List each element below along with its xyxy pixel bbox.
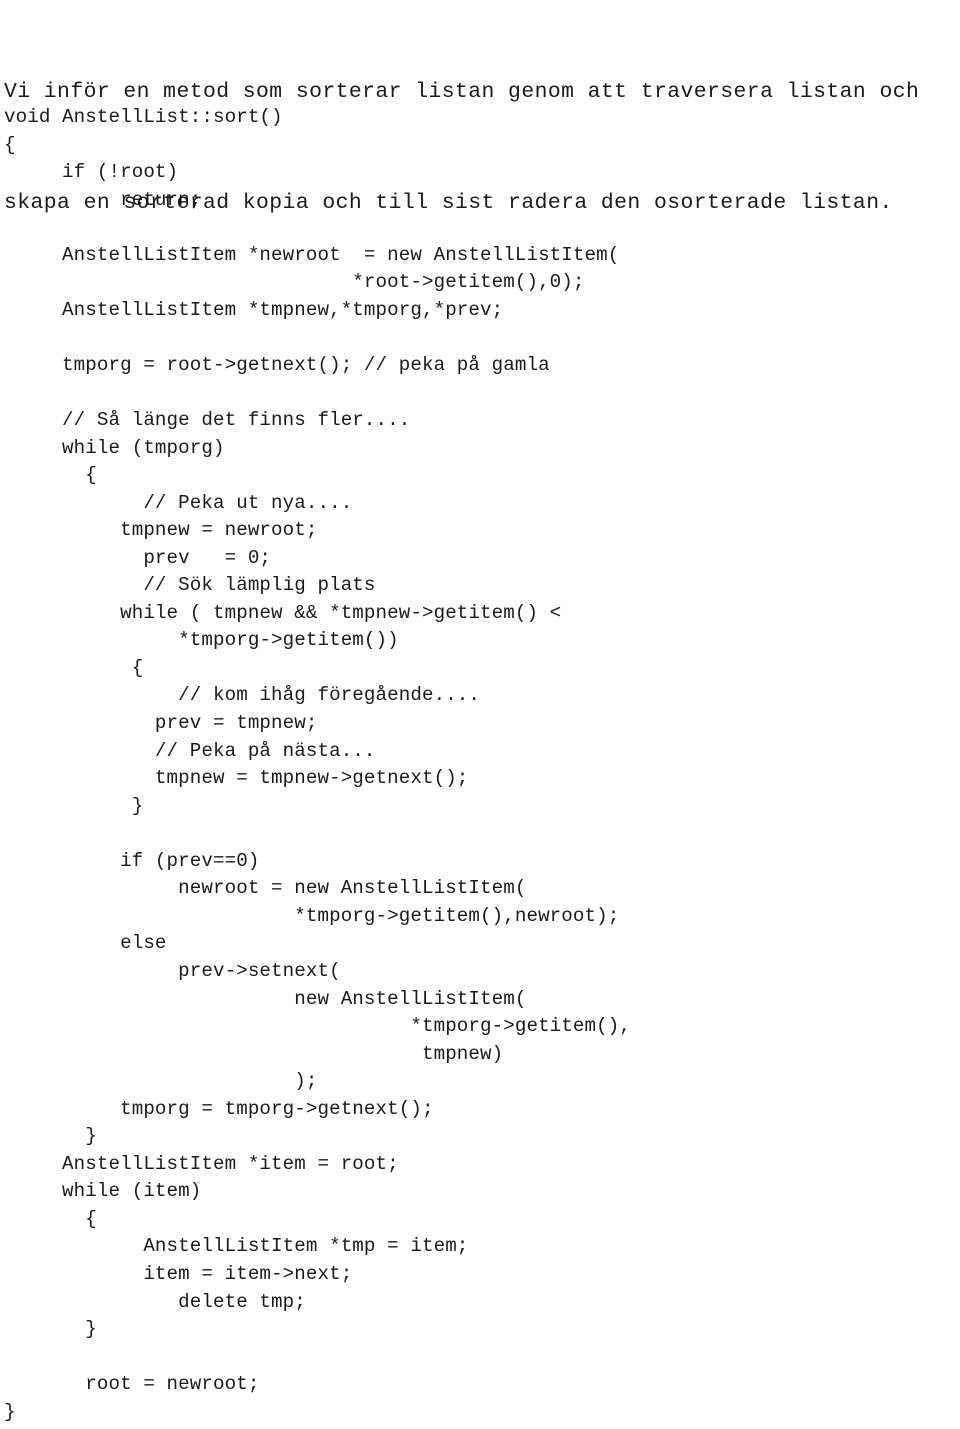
code-line: tmpnew)	[4, 1042, 504, 1065]
code-line: *root->getitem(),0);	[4, 271, 585, 294]
code-line: AnstellListItem *item = root;	[4, 1152, 399, 1175]
code-line: {	[4, 133, 16, 156]
code-line: tmporg = root->getnext(); // peka på gam…	[4, 353, 550, 376]
code-line: }	[4, 1318, 97, 1341]
code-line: {	[4, 656, 144, 679]
code-line: prev->setnext(	[4, 959, 341, 982]
code-line: newroot = new AnstellListItem(	[4, 877, 527, 900]
code-line: prev = tmpnew;	[4, 712, 318, 735]
code-line: *tmporg->getitem())	[4, 629, 399, 652]
code-line: *tmporg->getitem(),	[4, 1015, 631, 1038]
code-line: AnstellListItem *tmp = item;	[4, 1235, 469, 1258]
code-line: tmpnew = newroot;	[4, 519, 318, 542]
code-line: while (tmporg)	[4, 436, 225, 459]
code-line: delete tmp;	[4, 1290, 306, 1313]
code-line: // Peka ut nya....	[4, 491, 353, 514]
code-line: tmporg = tmporg->getnext();	[4, 1097, 434, 1120]
code-listing: void AnstellList::sort() { if (!root) re…	[4, 104, 956, 1426]
code-line: {	[4, 464, 97, 487]
code-line: void AnstellList::sort()	[4, 106, 283, 128]
code-line: root = newroot;	[4, 1373, 260, 1396]
code-line: );	[4, 1070, 318, 1093]
code-line: // Peka på nästa...	[4, 739, 376, 762]
code-line: }	[4, 1400, 16, 1423]
code-line: prev = 0;	[4, 546, 272, 569]
code-line: while (item)	[4, 1180, 202, 1203]
document-page: Vi inför en metod som sorterar listan ge…	[0, 0, 960, 1429]
code-line: *tmporg->getitem(),newroot);	[4, 904, 620, 927]
code-line: else	[4, 932, 167, 955]
code-line: return;	[4, 188, 202, 211]
code-line: tmpnew = tmpnew->getnext();	[4, 767, 469, 790]
code-line: // Sök lämplig plats	[4, 574, 376, 597]
code-line: AnstellListItem *tmpnew,*tmporg,*prev;	[4, 298, 504, 321]
code-line: item = item->next;	[4, 1262, 353, 1285]
code-line: {	[4, 1207, 97, 1230]
code-line: if (prev==0)	[4, 849, 260, 872]
code-line: if (!root)	[4, 161, 179, 184]
code-line: AnstellListItem *newroot = new AnstellLi…	[4, 243, 620, 266]
code-line: }	[4, 1125, 97, 1148]
code-line: new AnstellListItem(	[4, 987, 527, 1010]
code-line: }	[4, 794, 144, 817]
code-line: // kom ihåg föregående....	[4, 684, 481, 707]
code-line: while ( tmpnew && *tmpnew->getitem() <	[4, 601, 562, 624]
code-line: // Så länge det finns fler....	[4, 409, 411, 432]
